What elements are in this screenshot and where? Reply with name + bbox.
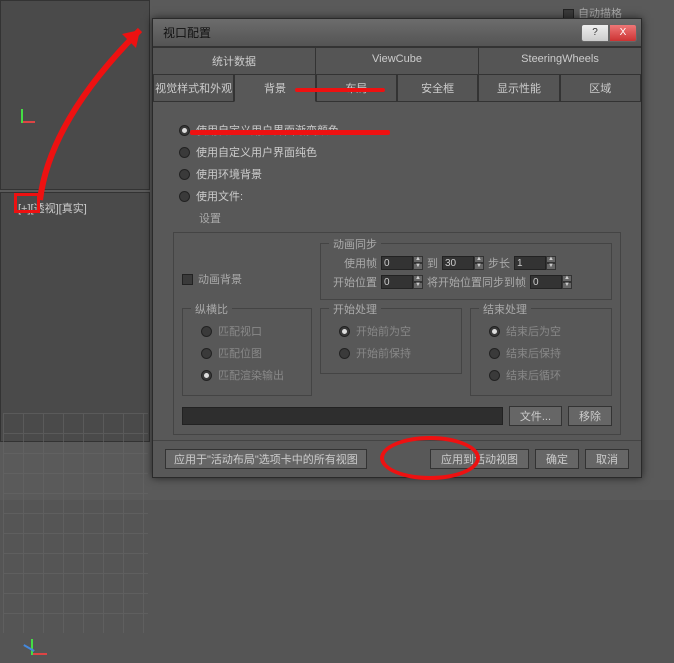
end-proc-title: 结束处理 (479, 301, 531, 317)
radio-icon (179, 191, 190, 202)
to-spinner[interactable]: ▲▼ (442, 256, 484, 270)
titlebar[interactable]: 视口配置 ? X (153, 19, 641, 47)
anim-sync-group: 动画同步 使用帧 ▲▼ 到 ▲▼ 步长 ▲▼ 开始位置 ▲▼ 将开始位 (320, 243, 612, 300)
use-frame-label: 使用帧 (329, 255, 377, 271)
radio-file-label: 使用文件: (196, 188, 243, 204)
radio-file[interactable]: 使用文件: (179, 188, 625, 204)
end-proc-group: 结束处理 结束后为空 结束后保持 结束后循环 (470, 308, 612, 396)
viewport-config-dialog: 视口配置 ? X 统计数据 ViewCube SteeringWheels 视觉… (152, 18, 642, 478)
ok-button[interactable]: 确定 (535, 449, 579, 469)
tab-steeringwheels[interactable]: SteeringWheels (479, 47, 641, 74)
cancel-button[interactable]: 取消 (585, 449, 629, 469)
start-proc-title: 开始处理 (329, 301, 381, 317)
start-pos-spinner[interactable]: ▲▼ (381, 275, 423, 289)
settings-label: 设置 (199, 210, 625, 226)
tab-display-perf[interactable]: 显示性能 (478, 75, 559, 102)
radio-match-bitmap[interactable]: 匹配位图 (201, 345, 303, 361)
close-button[interactable]: X (609, 24, 637, 42)
settings-box: 动画背景 动画同步 使用帧 ▲▼ 到 ▲▼ 步长 ▲▼ (173, 232, 621, 435)
radio-env-label: 使用环境背景 (196, 166, 262, 182)
radio-gradient-label: 使用自定义用户界面渐变颜色 (196, 122, 339, 138)
viewport-label[interactable]: [+][透视][真实] (18, 200, 87, 216)
tab-visual-style[interactable]: 视觉样式和外观 (153, 75, 234, 102)
dialog-footer: 应用于"活动布局"选项卡中的所有视图 应用到活动视图 确定 取消 (153, 440, 641, 477)
radio-icon (179, 169, 190, 180)
file-browse-button[interactable]: 文件... (509, 406, 562, 426)
radio-match-viewport[interactable]: 匹配视口 (201, 323, 303, 339)
tab-layout[interactable]: 布局 (316, 75, 397, 102)
anim-bg-label: 动画背景 (198, 271, 242, 287)
radio-solid-label: 使用自定义用户界面纯色 (196, 144, 317, 160)
tab-region[interactable]: 区域 (560, 75, 641, 102)
tab-viewcube[interactable]: ViewCube (316, 47, 479, 74)
radio-gradient[interactable]: 使用自定义用户界面渐变颜色 (179, 122, 625, 138)
sync-start-spinner[interactable]: ▲▼ (530, 275, 572, 289)
step-spinner[interactable]: ▲▼ (514, 256, 556, 270)
anim-sync-title: 动画同步 (329, 236, 381, 252)
tab-stats[interactable]: 统计数据 (153, 47, 316, 74)
step-label: 步长 (488, 255, 510, 271)
aspect-title: 纵横比 (191, 301, 232, 317)
start-proc-group: 开始处理 开始前为空 开始前保持 (320, 308, 462, 374)
remove-button[interactable]: 移除 (568, 406, 612, 426)
dialog-title: 视口配置 (163, 24, 581, 41)
apply-all-button[interactable]: 应用于"活动布局"选项卡中的所有视图 (165, 449, 367, 469)
help-button[interactable]: ? (581, 24, 609, 42)
sync-start-label: 将开始位置同步到帧 (427, 274, 526, 290)
radio-icon (179, 125, 190, 136)
radio-icon (179, 147, 190, 158)
tabs-row-1: 统计数据 ViewCube SteeringWheels (153, 47, 641, 75)
radio-solid[interactable]: 使用自定义用户界面纯色 (179, 144, 625, 160)
radio-env[interactable]: 使用环境背景 (179, 166, 625, 182)
use-frame-spinner[interactable]: ▲▼ (381, 256, 423, 270)
radio-blank-before[interactable]: 开始前为空 (339, 323, 453, 339)
radio-match-render[interactable]: 匹配渲染输出 (201, 367, 303, 383)
tab-background[interactable]: 背景 (234, 75, 315, 102)
start-pos-label: 开始位置 (329, 274, 377, 290)
file-path-input[interactable] (182, 407, 503, 425)
aspect-group: 纵横比 匹配视口 匹配位图 匹配渲染输出 (182, 308, 312, 396)
radio-loop-after[interactable]: 结束后循环 (489, 367, 603, 383)
anim-bg-checkbox[interactable]: 动画背景 (182, 271, 312, 287)
radio-hold-before[interactable]: 开始前保持 (339, 345, 453, 361)
apply-active-button[interactable]: 应用到活动视图 (430, 449, 529, 469)
radio-hold-after[interactable]: 结束后保持 (489, 345, 603, 361)
radio-blank-after[interactable]: 结束后为空 (489, 323, 603, 339)
tabs-row-2: 视觉样式和外观 背景 布局 安全框 显示性能 区域 (153, 75, 641, 102)
tab-safeframe[interactable]: 安全框 (397, 75, 478, 102)
to-label: 到 (427, 255, 438, 271)
